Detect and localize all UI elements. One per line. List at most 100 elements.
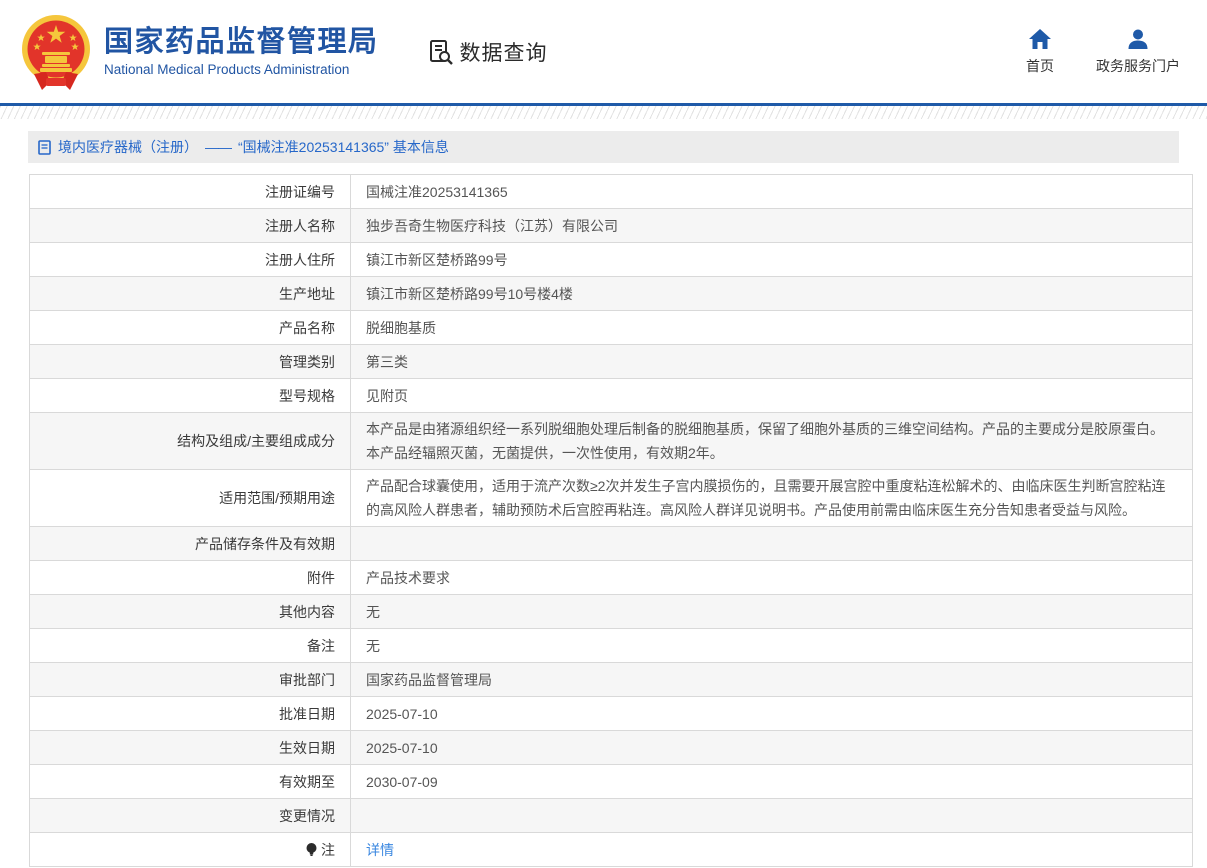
nav-home[interactable]: 首页	[1026, 28, 1054, 76]
row-label-text: 其他内容	[279, 602, 335, 622]
row-value-text: 2025-07-10	[366, 736, 438, 760]
table-row: 注册人名称 独步吾奇生物医疗科技（江苏）有限公司	[30, 208, 1192, 242]
row-label: 注册人住所	[30, 243, 351, 276]
table-row: 结构及组成/主要组成成分 本产品是由猪源组织经一系列脱细胞处理后制备的脱细胞基质，…	[30, 412, 1192, 469]
table-row: 生产地址 镇江市新区楚桥路99号10号楼4楼	[30, 276, 1192, 310]
row-label: 其他内容	[30, 595, 351, 628]
row-value: 第三类	[351, 345, 1192, 378]
breadcrumb-section: 境内医疗器械（注册）	[58, 137, 198, 157]
row-label: 注	[30, 833, 351, 866]
row-label-text: 批准日期	[279, 704, 335, 724]
row-label: 注册证编号	[30, 175, 351, 208]
row-value-text: 本产品是由猪源组织经一系列脱细胞处理后制备的脱细胞基质，保留了细胞外基质的三维空…	[366, 417, 1174, 465]
table-row: 产品名称 脱细胞基质	[30, 310, 1192, 344]
row-label: 变更情况	[30, 799, 351, 832]
row-value: 脱细胞基质	[351, 311, 1192, 344]
table-row: 变更情况	[30, 798, 1192, 832]
row-value: 独步吾奇生物医疗科技（江苏）有限公司	[351, 209, 1192, 242]
top-nav: 首页 政务服务门户	[1026, 28, 1180, 76]
org-title: 国家药品监督管理局	[104, 26, 379, 59]
row-value-text: 镇江市新区楚桥路99号10号楼4楼	[366, 282, 573, 306]
table-row: 其他内容 无	[30, 594, 1192, 628]
nmpa-logo: 国家药品监督管理局 National Medical Products Admi…	[20, 12, 379, 92]
nav-home-label: 首页	[1026, 56, 1054, 76]
row-label-text: 产品名称	[279, 318, 335, 338]
row-label-text: 注	[321, 840, 335, 860]
row-value: 2025-07-10	[351, 731, 1192, 764]
info-table: 注册证编号 国械注准20253141365 注册人名称 独步吾奇生物医疗科技（江苏）有…	[29, 174, 1193, 867]
row-value-text: 2030-07-09	[366, 770, 438, 794]
row-value-text: 脱细胞基质	[366, 316, 436, 340]
row-value: 产品技术要求	[351, 561, 1192, 594]
row-label: 结构及组成/主要组成成分	[30, 413, 351, 469]
table-row: 注 详情	[30, 832, 1192, 866]
stripe-texture-band	[0, 106, 1207, 119]
row-value: 详情	[351, 833, 1192, 866]
row-label-text: 生效日期	[279, 738, 335, 758]
national-emblem-icon	[20, 12, 92, 92]
nav-portal[interactable]: 政务服务门户	[1096, 28, 1180, 76]
row-value: 无	[351, 629, 1192, 662]
table-row: 备注 无	[30, 628, 1192, 662]
row-value	[351, 799, 1192, 832]
row-label-text: 结构及组成/主要组成成分	[177, 431, 335, 451]
row-value-text: 国家药品监督管理局	[366, 668, 492, 692]
row-label-text: 型号规格	[279, 386, 335, 406]
row-value	[351, 527, 1192, 560]
table-row: 注册证编号 国械注准20253141365	[30, 175, 1192, 208]
row-value: 本产品是由猪源组织经一系列脱细胞处理后制备的脱细胞基质，保留了细胞外基质的三维空…	[351, 413, 1192, 469]
row-label-text: 注册人住所	[265, 250, 335, 270]
row-value: 国家药品监督管理局	[351, 663, 1192, 696]
row-label: 管理类别	[30, 345, 351, 378]
row-value-text: 产品技术要求	[366, 566, 450, 590]
row-label-text: 注册人名称	[265, 216, 335, 236]
row-label-text: 审批部门	[279, 670, 335, 690]
table-row: 审批部门 国家药品监督管理局	[30, 662, 1192, 696]
row-label-text: 有效期至	[279, 772, 335, 792]
row-value: 产品配合球囊使用，适用于流产次数≥2次并发生子宫内膜损伤的，且需要开展宫腔中重度…	[351, 470, 1192, 526]
row-label: 附件	[30, 561, 351, 594]
row-label: 备注	[30, 629, 351, 662]
row-value: 镇江市新区楚桥路99号	[351, 243, 1192, 276]
breadcrumb-separator: ——	[205, 139, 231, 155]
row-label: 注册人名称	[30, 209, 351, 242]
row-value-text: 独步吾奇生物医疗科技（江苏）有限公司	[366, 214, 618, 238]
row-value: 无	[351, 595, 1192, 628]
nav-portal-label: 政务服务门户	[1096, 56, 1180, 76]
row-label-text: 备注	[307, 636, 335, 656]
row-value-text: 产品配合球囊使用，适用于流产次数≥2次并发生子宫内膜损伤的，且需要开展宫腔中重度…	[366, 474, 1174, 522]
org-subtitle: National Medical Products Administration	[104, 62, 379, 77]
row-value: 2025-07-10	[351, 697, 1192, 730]
row-label-text: 注册证编号	[265, 182, 335, 202]
row-label: 产品名称	[30, 311, 351, 344]
table-row: 产品储存条件及有效期	[30, 526, 1192, 560]
breadcrumb-current: “国械注准20253141365” 基本信息	[238, 137, 449, 157]
row-value-text: 第三类	[366, 350, 408, 374]
row-label: 有效期至	[30, 765, 351, 798]
user-icon	[1126, 28, 1150, 50]
row-value-text: 见附页	[366, 384, 408, 408]
row-label-text: 附件	[307, 568, 335, 588]
row-value: 2030-07-09	[351, 765, 1192, 798]
row-label-text: 适用范围/预期用途	[219, 488, 335, 508]
row-label-text: 产品储存条件及有效期	[195, 534, 335, 554]
row-value-text: 无	[366, 600, 380, 624]
row-label: 型号规格	[30, 379, 351, 412]
row-label-text: 变更情况	[279, 806, 335, 826]
details-link[interactable]: 详情	[366, 838, 394, 862]
table-row: 生效日期 2025-07-10	[30, 730, 1192, 764]
row-value-text: 2025-07-10	[366, 702, 438, 726]
row-value-text: 国械注准20253141365	[366, 180, 508, 204]
row-label-text: 管理类别	[279, 352, 335, 372]
row-value-text: 无	[366, 634, 380, 658]
row-label-text: 生产地址	[279, 284, 335, 304]
table-row: 适用范围/预期用途 产品配合球囊使用，适用于流产次数≥2次并发生子宫内膜损伤的，且…	[30, 469, 1192, 526]
home-icon	[1028, 28, 1052, 50]
note-icon	[305, 842, 318, 857]
row-label: 适用范围/预期用途	[30, 470, 351, 526]
data-query-icon	[427, 38, 455, 66]
row-value: 国械注准20253141365	[351, 175, 1192, 208]
row-value: 镇江市新区楚桥路99号10号楼4楼	[351, 277, 1192, 310]
row-label: 生效日期	[30, 731, 351, 764]
table-row: 批准日期 2025-07-10	[30, 696, 1192, 730]
